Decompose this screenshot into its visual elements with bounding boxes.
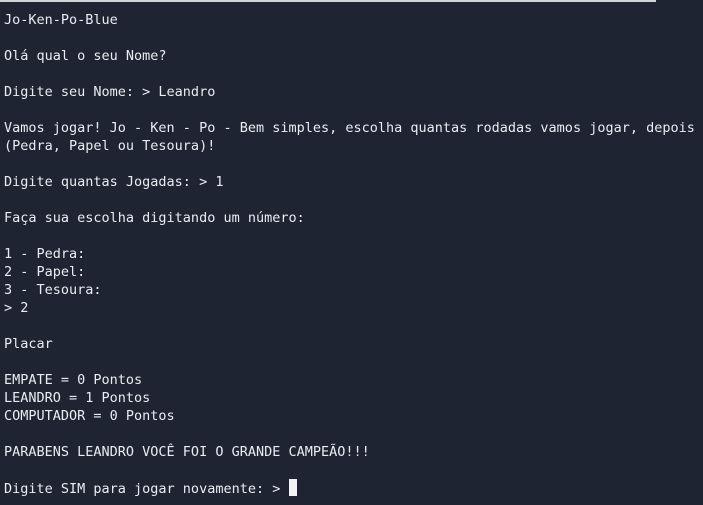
- choice-input-line: > 2: [4, 300, 29, 316]
- terminal-window[interactable]: Jo-Ken-Po-Blue Olá qual o seu Nome? Digi…: [0, 0, 703, 505]
- play-again-prompt-text: Digite SIM para jogar novamente: >: [4, 481, 289, 497]
- score-computer-line: COMPUTADOR = 0 Pontos: [4, 408, 175, 424]
- app-title-line: Jo-Ken-Po-Blue: [4, 12, 118, 28]
- option-papel-line: 2 - Papel:: [4, 264, 86, 280]
- score-player-line: LEANDRO = 1 Pontos: [4, 390, 151, 406]
- winner-message-line: PARABENS LEANDRO VOCÊ FOI O GRANDE CAMPE…: [4, 444, 370, 460]
- score-draw-line: EMPATE = 0 Pontos: [4, 372, 143, 388]
- top-border: [0, 0, 656, 2]
- text-cursor[interactable]: [289, 479, 298, 496]
- rounds-input-line: Digite quantas Jogadas: > 1: [4, 174, 224, 190]
- instructions-line-1: Vamos jogar! Jo - Ken - Po - Bem simples…: [4, 120, 695, 136]
- play-again-prompt-line[interactable]: Digite SIM para jogar novamente: >: [4, 479, 703, 497]
- scoreboard-title-line: Placar: [4, 336, 53, 352]
- option-tesoura-line: 3 - Tesoura:: [4, 282, 102, 298]
- name-question-line: Olá qual o seu Nome?: [4, 48, 167, 64]
- instructions-line-2: (Pedra, Papel ou Tesoura)!: [4, 138, 216, 154]
- option-pedra-line: 1 - Pedra:: [4, 246, 86, 262]
- choice-prompt-line: Faça sua escolha digitando um número:: [4, 210, 305, 226]
- name-input-line: Digite seu Nome: > Leandro: [4, 84, 216, 100]
